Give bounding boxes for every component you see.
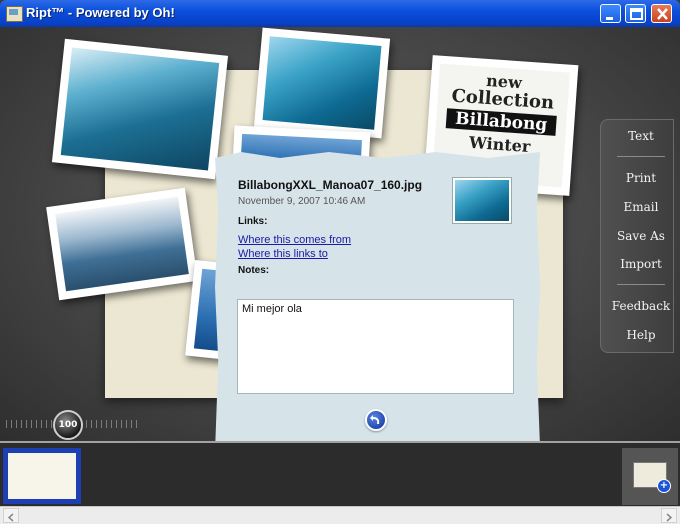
scroll-right-button[interactable] xyxy=(661,508,677,523)
photo-info-card: BillabongXXL_Manoa07_160.jpg November 9,… xyxy=(215,152,540,452)
title-bar[interactable]: Ript™ - Powered by Oh! xyxy=(0,0,680,27)
zoom-slider-knob[interactable]: 100 xyxy=(53,410,83,440)
page-filmstrip: + xyxy=(0,441,680,508)
horizontal-scrollbar[interactable] xyxy=(0,506,680,524)
side-item-help[interactable]: Help xyxy=(601,328,680,342)
side-divider xyxy=(617,284,665,285)
back-arrow-icon xyxy=(370,415,380,424)
maximize-button[interactable] xyxy=(625,4,646,23)
chevron-right-icon xyxy=(666,513,673,522)
close-button[interactable] xyxy=(651,4,672,23)
side-item-text[interactable]: Text xyxy=(601,129,680,143)
link-where-to[interactable]: Where this links to xyxy=(238,248,328,260)
window-title: Ript™ - Powered by Oh! xyxy=(26,5,175,20)
surfer-wave-photo[interactable] xyxy=(51,38,229,180)
barrel-wave-photo[interactable] xyxy=(46,187,198,301)
chevron-left-icon xyxy=(7,513,14,522)
side-menu: Text Print Email Save As Import Feedback… xyxy=(600,119,674,353)
plus-icon: + xyxy=(657,479,671,493)
app-icon xyxy=(6,6,23,22)
minimize-button[interactable] xyxy=(600,4,621,23)
notes-textarea[interactable]: Mi mejor ola xyxy=(237,299,514,394)
photo-date: November 9, 2007 10:46 AM xyxy=(238,196,366,207)
maximize-icon xyxy=(630,8,643,20)
side-item-feedback[interactable]: Feedback xyxy=(601,299,680,313)
photo-filename: BillabongXXL_Manoa07_160.jpg xyxy=(238,178,423,192)
link-where-from[interactable]: Where this comes from xyxy=(238,234,351,246)
app-window: Ript™ - Powered by Oh! new Collection Bi… xyxy=(0,0,680,524)
scroll-left-button[interactable] xyxy=(3,508,19,523)
zoom-value: 100 xyxy=(58,420,78,430)
photo-thumbnail xyxy=(452,177,512,224)
side-item-import[interactable]: Import xyxy=(601,257,680,271)
side-item-save-as[interactable]: Save As xyxy=(601,229,680,243)
side-divider xyxy=(617,156,665,157)
side-item-email[interactable]: Email xyxy=(601,200,680,214)
minimize-icon xyxy=(606,17,613,20)
close-icon xyxy=(657,8,668,20)
side-item-print[interactable]: Print xyxy=(601,171,680,185)
surfer-tube-photo[interactable] xyxy=(253,27,391,139)
photo-stage: new Collection Billabong Winter Text Pri… xyxy=(0,27,680,452)
links-label: Links: xyxy=(238,216,268,227)
notes-label: Notes: xyxy=(238,265,270,276)
add-page-button[interactable]: + xyxy=(622,448,678,505)
back-button[interactable] xyxy=(365,409,387,431)
page-thumbnail[interactable] xyxy=(3,448,81,504)
